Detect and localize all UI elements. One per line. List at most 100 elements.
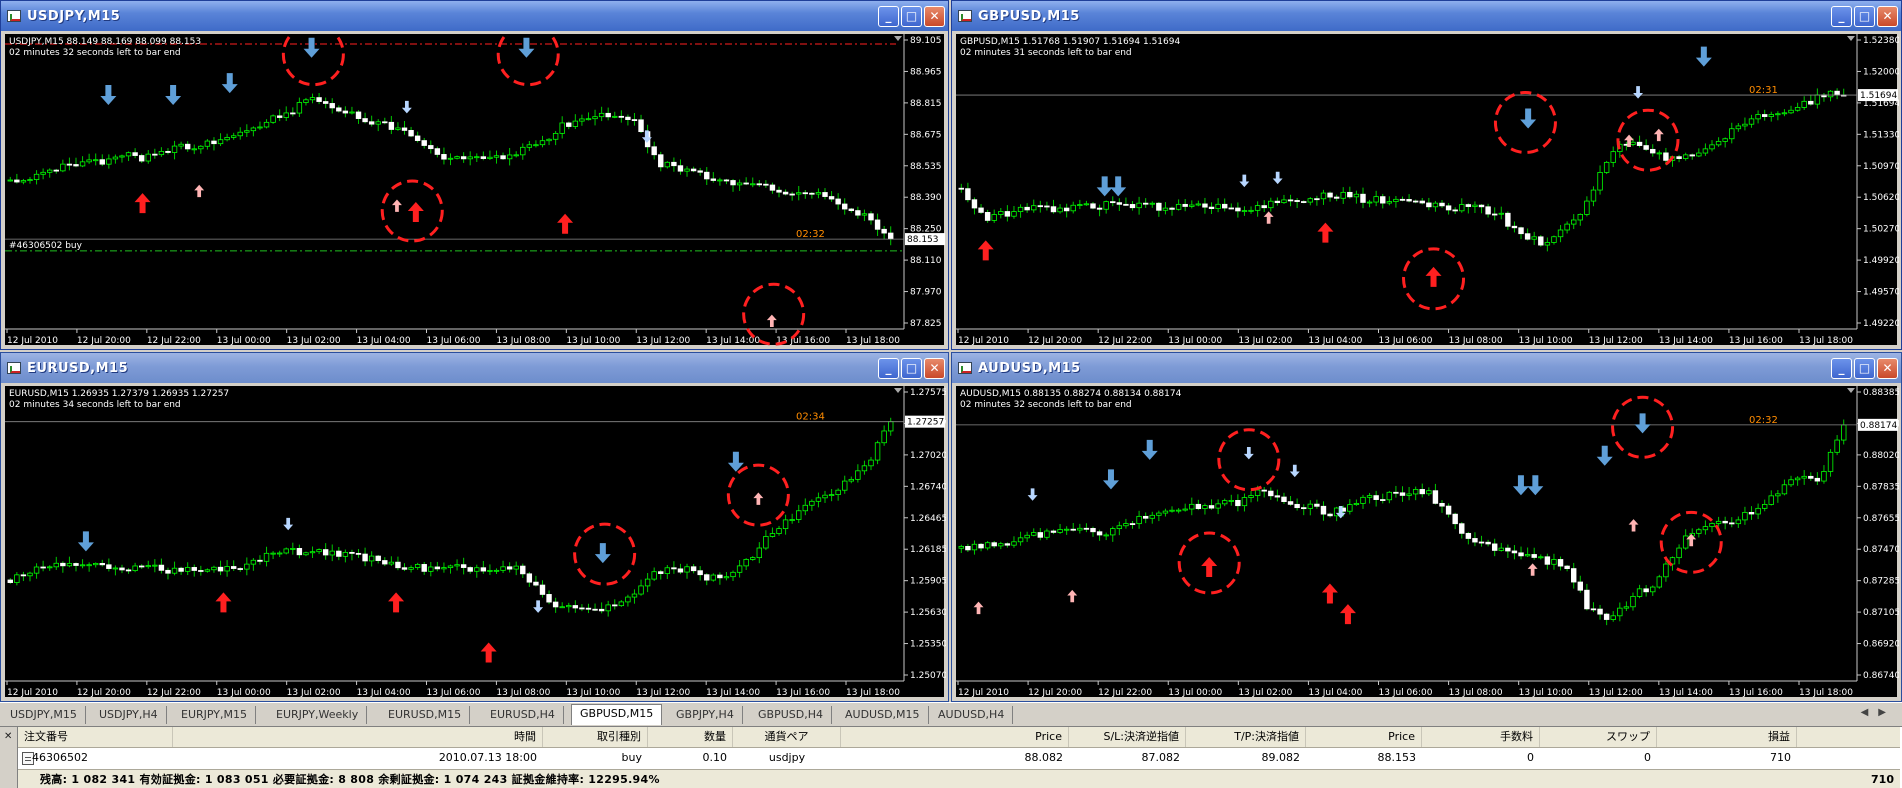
candle (776, 528, 782, 534)
column-header-time[interactable]: 時間 (173, 727, 543, 747)
close-button[interactable]: ✕ (1877, 6, 1898, 27)
minimize-button[interactable]: _ (1831, 6, 1852, 27)
candle (434, 566, 441, 570)
candle (1373, 495, 1379, 500)
tab-usdjpy-m15[interactable]: USDJPY,M15 (2, 706, 86, 724)
column-header-symbol[interactable]: 通貨ペア (733, 727, 841, 747)
chart-window-gbpusd[interactable]: GBPUSD,M15 _ □ ✕ 1.52380 1.52000 1.51694 1.… (951, 0, 1902, 350)
titlebar[interactable]: EURUSD,M15 _ □ ✕ (1, 353, 948, 383)
tab-eurusd-m15[interactable]: EURUSD,M15 (380, 706, 471, 724)
candle (546, 594, 552, 603)
titlebar[interactable]: GBPUSD,M15 _ □ ✕ (952, 1, 1901, 31)
column-header-commission[interactable]: 手数料 (1422, 727, 1540, 747)
column-header-type[interactable]: 取引種別 (543, 727, 648, 747)
close-icon[interactable]: ✕ (4, 731, 12, 742)
price-chart[interactable]: 1.52380 1.52000 1.51694 1.51330 1.50970 1.506… (956, 34, 1899, 347)
tab-eurusd-h4[interactable]: EURUSD,H4 (482, 706, 564, 724)
sell-arrow-icon (303, 37, 320, 58)
candle (1571, 219, 1577, 225)
chart-shift-icon[interactable] (894, 36, 902, 41)
terminal-panel[interactable]: ✕ 注文番号 時間 取引種別 数量 通貨ペア Price S/L:決済逆指値 T/P:決済指値… (0, 726, 1902, 788)
tab-scroll-arrows-icon[interactable]: ◀▶ (1861, 707, 1896, 718)
titlebar[interactable]: AUDUSD,M15 _ □ ✕ (952, 353, 1901, 383)
candle (697, 170, 703, 173)
candle (1353, 503, 1360, 506)
candle (1597, 172, 1603, 191)
close-button[interactable]: ✕ (924, 6, 945, 27)
chart-shift-icon[interactable] (1847, 36, 1855, 41)
tab-gbpjpy-h4[interactable]: GBPJPY,H4 (668, 706, 743, 724)
column-header-stop-loss[interactable]: S/L:決済逆指値 (1069, 727, 1186, 747)
column-header-open-price[interactable]: Price (841, 727, 1069, 747)
y-tick-label: 87.825 (910, 319, 942, 329)
symbol-tab-strip[interactable]: ◀▶ USDJPY,M15 USDJPY,H4 EURJPY,M15 EURJPY,W… (0, 702, 1902, 725)
candle (612, 604, 618, 607)
tab-audusd-h4[interactable]: AUDUSD,H4 (930, 706, 1014, 724)
candle (1439, 202, 1445, 207)
column-header-current-price[interactable]: Price (1306, 727, 1422, 747)
maximize-button[interactable]: □ (901, 358, 922, 379)
candle (480, 156, 487, 159)
candle (888, 232, 894, 240)
tab-audusd-m15[interactable]: AUDUSD,M15 (837, 706, 929, 724)
candle (1511, 550, 1518, 554)
candle (1254, 489, 1261, 496)
candle (1755, 114, 1761, 120)
price-chart[interactable]: 0.88385 0.88174 0.88020 0.87835 0.87655 0.874… (956, 386, 1899, 699)
y-tick-label: 1.25905 (910, 577, 946, 587)
candle (322, 101, 329, 104)
candle (1103, 201, 1109, 210)
candle (1663, 563, 1669, 578)
candle (566, 605, 572, 608)
chart-shift-icon[interactable] (1847, 388, 1855, 393)
tab-eurjpy-m15[interactable]: EURJPY,M15 (173, 706, 256, 724)
titlebar[interactable]: USDJPY,M15 _ □ ✕ (1, 1, 948, 31)
x-tick-label: 13 Jul 00:00 (1168, 336, 1222, 346)
minimize-button[interactable]: _ (878, 6, 899, 27)
candlestick-chart[interactable]: 1.52380 1.52000 1.51694 1.51330 1.50970 1.506… (956, 34, 1899, 347)
sell-arrow-icon (1512, 475, 1529, 496)
candle (1742, 511, 1748, 521)
candle (204, 140, 211, 147)
price-chart[interactable]: 89.105 88.965 88.815 88.675 88.535 88.390 88.2… (5, 34, 946, 347)
column-header-profit[interactable]: 損益 (1657, 727, 1797, 747)
minimize-button[interactable]: _ (878, 358, 899, 379)
minimize-button[interactable]: _ (1831, 358, 1852, 379)
maximize-button[interactable]: □ (1854, 358, 1875, 379)
candlestick-chart[interactable]: 89.10588.96588.81588.67588.53588.39088.2… (5, 34, 946, 347)
tab-gbpusd-m15[interactable]: GBPUSD,M15 (571, 704, 663, 725)
buy-arrow-icon (557, 213, 574, 234)
maximize-button[interactable]: □ (901, 6, 922, 27)
candle (815, 497, 822, 502)
maximize-button[interactable]: □ (1854, 6, 1875, 27)
chart-info: GBPUSD,M15 1.51768 1.51907 1.51694 1.516… (960, 37, 1180, 47)
tab-usdjpy-h4[interactable]: USDJPY,H4 (91, 706, 167, 724)
candle (559, 122, 565, 134)
column-header-take-profit[interactable]: T/P:決済指値 (1186, 727, 1306, 747)
chart-window-audusd[interactable]: AUDUSD,M15 _ □ ✕ 0.883850.881740.880200.… (951, 352, 1902, 702)
column-header-ticket[interactable]: 注文番号 (18, 727, 173, 747)
candlestick-chart[interactable]: 0.88385 0.88174 0.88020 0.87835 0.87655 0.874… (956, 386, 1899, 699)
table-row[interactable]: 46306502 2010.07.13 18:00 buy 0.10 usdjpy 88.… (18, 748, 1900, 768)
column-header-swap[interactable]: スワップ (1540, 727, 1657, 747)
candle (1445, 505, 1452, 515)
chart-window-eurusd[interactable]: EURUSD,M15 _ □ ✕ 1.275751.272571.270201.… (0, 352, 949, 702)
tab-eurjpy-weekly[interactable]: EURJPY,Weekly (268, 706, 368, 724)
close-button[interactable]: ✕ (1877, 358, 1898, 379)
y-tick-label: 1.26465 (910, 514, 946, 524)
candle (1814, 94, 1821, 105)
candle (198, 145, 204, 150)
price-chart[interactable]: 1.27575 1.27257 1.27020 1.26740 1.26465 1.261… (5, 386, 946, 699)
column-header-size[interactable]: 数量 (648, 727, 733, 747)
tab-gbpusd-h4[interactable]: GBPUSD,H4 (750, 706, 832, 724)
candle (106, 158, 112, 165)
candle (125, 152, 132, 157)
chart-shift-icon[interactable] (894, 388, 902, 393)
candle (47, 566, 53, 569)
candlestick-chart[interactable]: 1.27575 1.27257 1.27020 1.26740 1.26465 1.261… (5, 386, 946, 699)
close-button[interactable]: ✕ (924, 358, 945, 379)
chart-window-usdjpy[interactable]: USDJPY,M15 _ □ ✕ 89.105 88.965 88.815 88.67… (0, 0, 949, 350)
candle (1511, 225, 1518, 229)
candle (1024, 206, 1030, 211)
candle (991, 214, 997, 221)
